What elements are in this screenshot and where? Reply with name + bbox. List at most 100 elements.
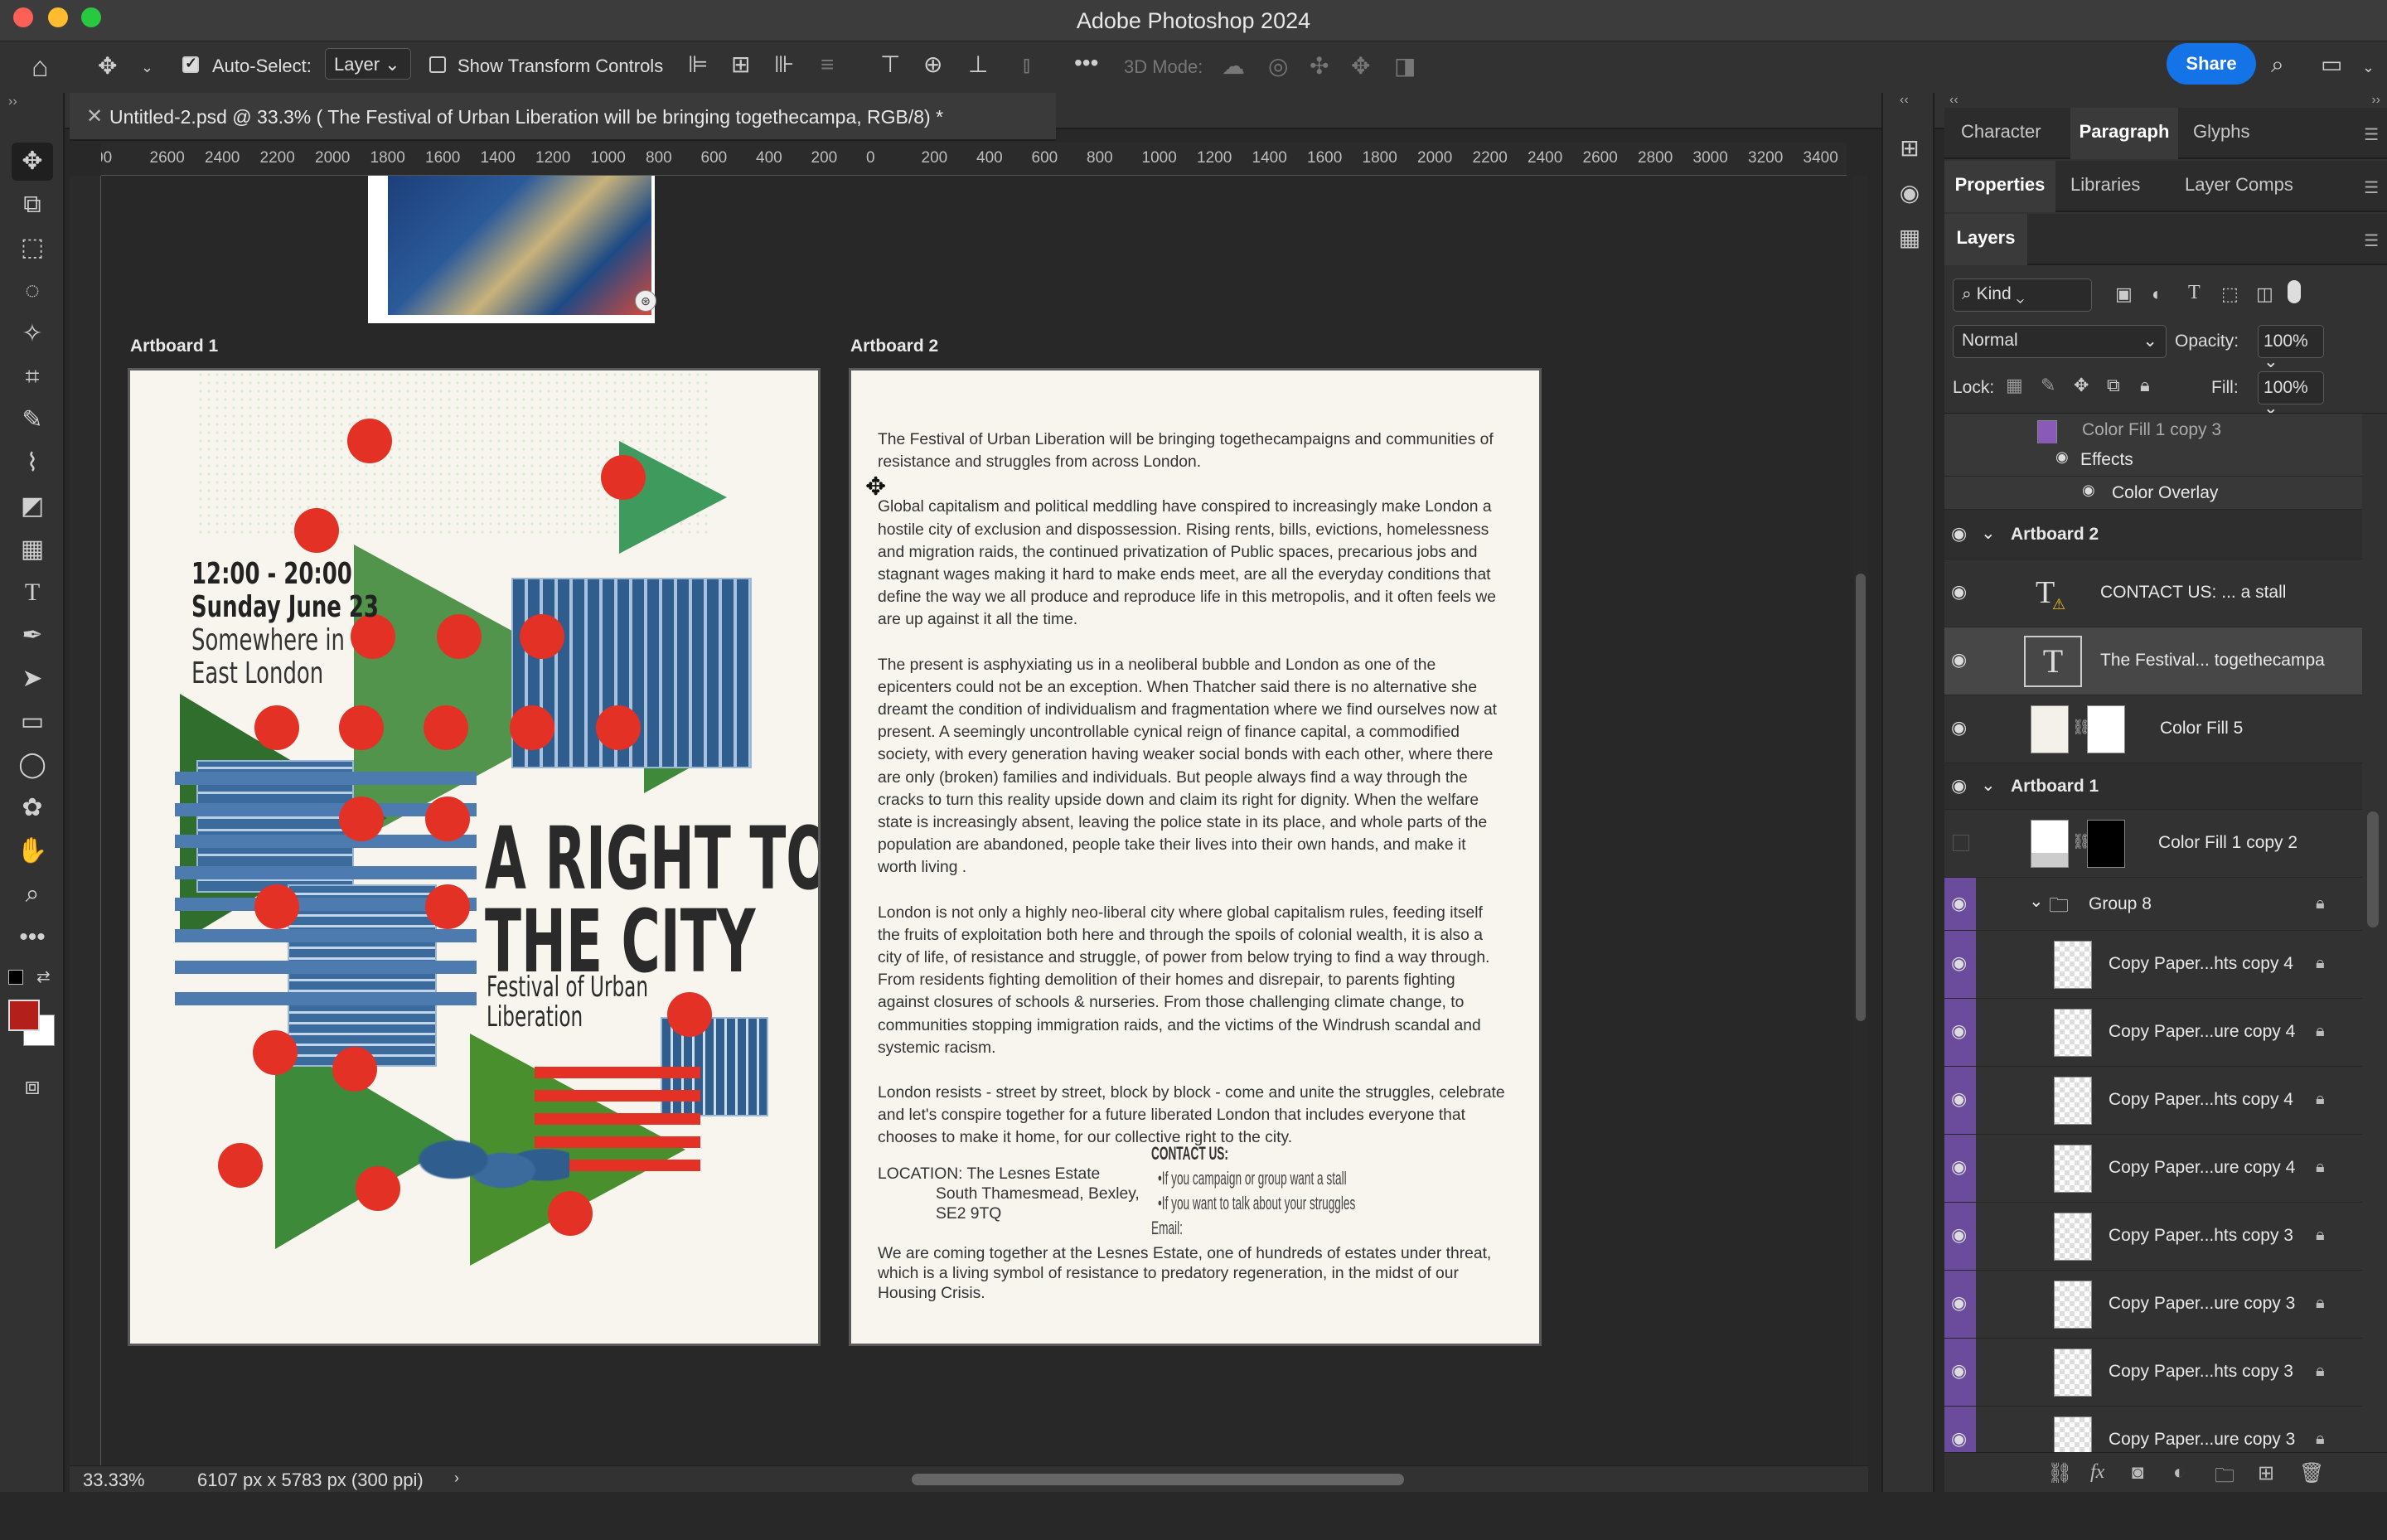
- screen-mode-icon[interactable]: ⧈: [12, 1068, 53, 1106]
- filter-toggle[interactable]: [2288, 280, 2301, 303]
- expand-icon[interactable]: ››: [8, 94, 17, 109]
- lock-transparent-icon[interactable]: ▦: [2006, 375, 2023, 396]
- eye-icon[interactable]: ◉: [2055, 448, 2069, 466]
- lock-icon[interactable]: 🔒︎: [2316, 1294, 2325, 1313]
- filter-kind-dropdown[interactable]: ⌕ Kind ⌄: [1953, 278, 2092, 312]
- tab-properties[interactable]: Properties: [1944, 161, 2055, 212]
- tab-layer-comps[interactable]: Layer Comps: [2185, 174, 2293, 196]
- add-mask-icon[interactable]: ◙: [2132, 1461, 2144, 1484]
- new-layer-icon[interactable]: ⊞: [2258, 1461, 2274, 1485]
- layer-row[interactable]: ⛓ Color Fill 1 copy 2: [1944, 810, 2362, 878]
- layer-row[interactable]: ◉ Copy Paper...hts copy 4 🔒︎: [1944, 931, 2362, 999]
- poster-headline-line1[interactable]: A RIGHT TO: [485, 815, 818, 903]
- horizontal-scroll-thumb[interactable]: [912, 1474, 1404, 1485]
- poster-place-line2[interactable]: East London: [191, 657, 323, 690]
- expand-icon[interactable]: ››: [2371, 93, 2380, 108]
- gradient-tool-icon[interactable]: ▦: [12, 530, 53, 569]
- lock-icon[interactable]: 🔒︎: [2316, 894, 2325, 913]
- document-tab[interactable]: ✕ Untitled-2.psd @ 33.3% ( The Festival …: [70, 93, 1056, 141]
- artboard-tool-icon[interactable]: ⧉: [12, 186, 53, 224]
- eye-icon[interactable]: ◉: [1951, 893, 1967, 914]
- tab-paragraph[interactable]: Paragraph: [2070, 108, 2178, 159]
- 3d-slide-icon[interactable]: ✥: [1351, 55, 1370, 78]
- filter-smart-object-icon[interactable]: ◫: [2256, 283, 2273, 305]
- artboard1-label[interactable]: Artboard 1: [130, 337, 218, 356]
- marquee-tool-icon[interactable]: ⬚: [12, 229, 53, 267]
- effects-row[interactable]: ◉ Effects: [1944, 443, 2362, 477]
- status-arrow-icon[interactable]: ›: [454, 1470, 459, 1487]
- ellipse-tool-icon[interactable]: ◯: [12, 746, 53, 784]
- type-tool-icon[interactable]: T: [12, 574, 53, 612]
- path-select-icon[interactable]: ➤: [12, 660, 53, 698]
- align-middle-icon[interactable]: ⊕: [923, 53, 942, 76]
- placed-image[interactable]: ⊛: [368, 176, 656, 323]
- transform-handle-icon[interactable]: ⊛: [635, 290, 656, 312]
- layer-row[interactable]: ◉ T ⚠ CONTACT US: ... a stall: [1944, 559, 2362, 627]
- lock-pixels-icon[interactable]: ✎: [2041, 375, 2055, 396]
- artboard-group-row[interactable]: ◉ ⌄ Artboard 2: [1944, 510, 2362, 559]
- poster-subtitle-line2[interactable]: Liberation: [487, 1002, 583, 1032]
- eye-icon[interactable]: ◉: [1951, 649, 1967, 671]
- canvas-area[interactable]: ⊛ Artboard 1 Artboard 2 12:00 - 20:00 Su…: [101, 176, 1847, 1469]
- 3d-orbit-icon[interactable]: ☁: [1222, 55, 1245, 78]
- lock-all-icon[interactable]: 🔒︎: [2140, 375, 2150, 396]
- lock-icon[interactable]: 🔒︎: [2316, 1158, 2325, 1177]
- align-right-icon[interactable]: ⊪: [774, 53, 794, 76]
- artboard2-label[interactable]: Artboard 2: [850, 337, 938, 356]
- delete-layer-icon[interactable]: 🗑︎: [2299, 1461, 2324, 1485]
- tab-character[interactable]: Character: [1961, 121, 2041, 143]
- eye-icon[interactable]: ◉: [1951, 1088, 1967, 1110]
- more-tools-icon[interactable]: •••: [12, 918, 53, 956]
- eye-icon[interactable]: ◉: [1951, 1292, 1967, 1314]
- link-layers-icon[interactable]: ⛓: [2047, 1461, 2072, 1485]
- visibility-off-box[interactable]: [1953, 835, 1969, 851]
- foreground-color-swatch[interactable]: [8, 1000, 40, 1031]
- artboard1[interactable]: 12:00 - 20:00 Sunday June 23 Somewhere i…: [128, 368, 821, 1346]
- 3d-pan-icon[interactable]: ✣: [1310, 55, 1329, 78]
- lock-icon[interactable]: 🔒︎: [2316, 1430, 2325, 1449]
- article-text[interactable]: The Festival of Urban Liberation will be…: [878, 429, 1508, 1172]
- pen-tool-icon[interactable]: ✒: [12, 617, 53, 655]
- adjustment-layer-icon[interactable]: ◐: [2173, 1461, 2186, 1484]
- collapse-icon[interactable]: ‹‹: [1900, 93, 1909, 108]
- contact-title[interactable]: CONTACT US:: [1151, 1143, 1228, 1165]
- close-tab-icon[interactable]: ✕: [86, 104, 103, 128]
- home-icon[interactable]: ⌂: [31, 53, 49, 81]
- artboard2[interactable]: The Festival of Urban Liberation will be…: [849, 368, 1542, 1346]
- collapse-icon[interactable]: ‹‹: [1949, 93, 1959, 108]
- poster-place-line1[interactable]: Somewhere in: [191, 624, 345, 657]
- workspace-icon[interactable]: ▭: [2321, 53, 2342, 76]
- lock-icon[interactable]: 🔒︎: [2316, 954, 2325, 973]
- eye-icon[interactable]: ◉: [1951, 1224, 1967, 1246]
- eye-icon[interactable]: ◉: [1951, 1428, 1967, 1450]
- lock-position-icon[interactable]: ✥: [2074, 375, 2089, 396]
- eye-icon[interactable]: ◉: [1951, 775, 1967, 797]
- rectangle-tool-icon[interactable]: ▭: [12, 703, 53, 741]
- vertical-scrollbar[interactable]: [1853, 176, 1868, 1469]
- panel-menu-icon[interactable]: ☰: [2364, 177, 2379, 198]
- filter-shape-icon[interactable]: ⬚: [2221, 283, 2239, 305]
- layer-row[interactable]: ◉ Copy Paper...ure copy 4 🔒︎: [1944, 999, 2362, 1067]
- tab-libraries[interactable]: Libraries: [2070, 174, 2140, 196]
- poster-date[interactable]: Sunday June 23: [191, 591, 379, 624]
- fill-field[interactable]: 100% ⌄: [2258, 371, 2324, 418]
- share-button[interactable]: Share: [2167, 43, 2256, 85]
- shape-tool-icon[interactable]: ✿: [12, 789, 53, 827]
- chevron-down-icon[interactable]: ⌄: [141, 60, 153, 75]
- artboard-group-row[interactable]: ◉ ⌄ Artboard 1: [1944, 763, 2362, 810]
- layer-row-selected[interactable]: ◉ T The Festival... togethecampa: [1944, 627, 2362, 695]
- crop-tool-icon[interactable]: ⌗: [12, 358, 53, 396]
- panel-menu-icon[interactable]: ☰: [2364, 230, 2379, 251]
- chevron-down-icon[interactable]: ⌄: [2029, 891, 2044, 912]
- layer-row[interactable]: ◉ ⛓ Color Fill 5: [1944, 695, 2362, 763]
- hand-tool-icon[interactable]: ✋: [12, 832, 53, 870]
- history-icon[interactable]: ⊞: [1895, 134, 1925, 164]
- new-group-icon[interactable]: 🗀: [2215, 1461, 2234, 1495]
- layer-row[interactable]: ◉ Copy Paper...ure copy 4 🔒︎: [1944, 1135, 2362, 1203]
- eye-icon[interactable]: ◉: [1951, 952, 1967, 974]
- lock-icon[interactable]: 🔒︎: [2316, 1090, 2325, 1109]
- swatches-icon[interactable]: ▦: [1895, 224, 1925, 254]
- eye-icon[interactable]: ◉: [1951, 581, 1967, 603]
- filter-adjustment-icon[interactable]: ◐: [2152, 283, 2162, 305]
- lock-icon[interactable]: 🔒︎: [2316, 1022, 2325, 1041]
